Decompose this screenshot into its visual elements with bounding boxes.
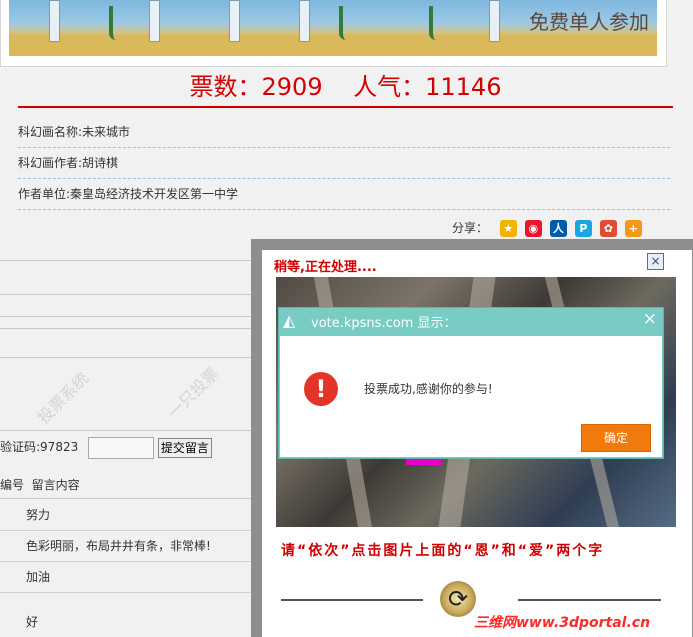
renren-icon[interactable]: 人 bbox=[549, 220, 567, 237]
browser-logo-icon: ◭ bbox=[283, 311, 296, 330]
comment-text: 色彩明丽，布局井井有条，非常棒! bbox=[26, 539, 211, 553]
divider bbox=[518, 599, 661, 601]
divider bbox=[0, 294, 252, 295]
dialog-header: ◭ vote.kpsns.com 显示： × bbox=[279, 308, 663, 334]
comment-form: 验证码:97823 提交留言 bbox=[0, 436, 212, 459]
captcha-label: 验证码:97823 bbox=[0, 440, 79, 454]
comment-text: 加油 bbox=[26, 570, 51, 584]
detail-school-row: 作者单位:秦皇岛经济技术开发区第一中学 bbox=[18, 179, 670, 210]
captcha-instruction: 请“依次”点击图片上面的“恩”和“爱”两个字 bbox=[281, 543, 605, 559]
submit-comment-button[interactable]: 提交留言 bbox=[157, 437, 212, 458]
table-row: 努力 bbox=[0, 500, 252, 531]
alert-dialog: ◭ vote.kpsns.com 显示： × ! 投票成功,感谢你的参与! 确定 bbox=[278, 307, 664, 459]
captcha-marker bbox=[406, 458, 442, 465]
popularity-label: 人气： bbox=[353, 73, 426, 101]
votes-count: 2909 bbox=[261, 73, 323, 101]
votes-label: 票数： bbox=[189, 73, 262, 101]
table-row: 加油 bbox=[0, 562, 252, 593]
dialog-body: ! 投票成功,感谢你的参与! 确定 bbox=[280, 336, 662, 457]
pengyou-icon[interactable]: P bbox=[574, 220, 592, 237]
ok-button[interactable]: 确定 bbox=[581, 424, 651, 452]
popularity-count: 11146 bbox=[425, 73, 502, 101]
alert-icon: ! bbox=[304, 372, 338, 406]
panel-close-button[interactable]: × bbox=[647, 253, 664, 270]
qzone-icon[interactable]: ★ bbox=[499, 220, 517, 237]
detail-title-row: 科幻画名称:未来城市 bbox=[18, 117, 670, 148]
refresh-icon[interactable]: ⟳ bbox=[440, 581, 476, 617]
artwork-handwriting: 免费单人参加 bbox=[529, 10, 649, 34]
panel-title: 稍等,正在处理.... bbox=[274, 260, 377, 275]
detail-label: 科幻画作者: bbox=[18, 156, 83, 170]
site-watermark: 三维网www.3dportal.cn bbox=[474, 615, 651, 631]
detail-label: 科幻画名称: bbox=[18, 125, 83, 139]
divider bbox=[0, 357, 252, 358]
divider bbox=[281, 599, 423, 601]
dialog-close-button[interactable]: × bbox=[643, 309, 657, 329]
artwork-frame: 免费单人参加 bbox=[0, 0, 667, 67]
vote-stats: 票数：2909 人气：11146 bbox=[18, 68, 673, 108]
artwork-image[interactable]: 免费单人参加 bbox=[9, 0, 657, 56]
captcha-input[interactable] bbox=[88, 436, 155, 459]
detail-value: 秦皇岛经济技术开发区第一中学 bbox=[70, 187, 239, 201]
divider bbox=[0, 260, 252, 261]
dialog-message: 投票成功,感谢你的参与! bbox=[364, 382, 493, 396]
divider bbox=[0, 328, 252, 329]
column-header-content: 留言内容 bbox=[31, 478, 80, 492]
comment-text: 好 bbox=[26, 615, 39, 629]
detail-value: 胡诗棋 bbox=[82, 156, 119, 170]
comment-text: 努力 bbox=[26, 508, 51, 522]
weibo-icon[interactable]: ◉ bbox=[524, 220, 542, 237]
column-header-number: 编号 bbox=[0, 478, 25, 492]
share-bar: 分享： ★ ◉ 人 P ✿ + bbox=[452, 216, 642, 240]
divider bbox=[0, 498, 252, 499]
divider bbox=[0, 316, 252, 317]
detail-author-row: 科幻画作者:胡诗棋 bbox=[18, 148, 670, 179]
comments-header: 编号 留言内容 bbox=[0, 476, 80, 493]
detail-value: 未来城市 bbox=[82, 125, 131, 139]
share-label: 分享： bbox=[452, 221, 489, 235]
divider bbox=[0, 430, 252, 431]
more-share-icon[interactable]: + bbox=[624, 220, 642, 237]
detail-label: 作者单位: bbox=[18, 187, 71, 201]
tencent-weibo-icon[interactable]: ✿ bbox=[599, 220, 617, 237]
dialog-title: vote.kpsns.com 显示： bbox=[311, 316, 457, 331]
watermark-text: 一只投票 bbox=[163, 363, 223, 423]
table-row: 好 bbox=[0, 607, 252, 637]
table-row: 色彩明丽，布局井井有条，非常棒! bbox=[0, 531, 252, 562]
watermark-text: 投票系统 bbox=[33, 368, 93, 428]
